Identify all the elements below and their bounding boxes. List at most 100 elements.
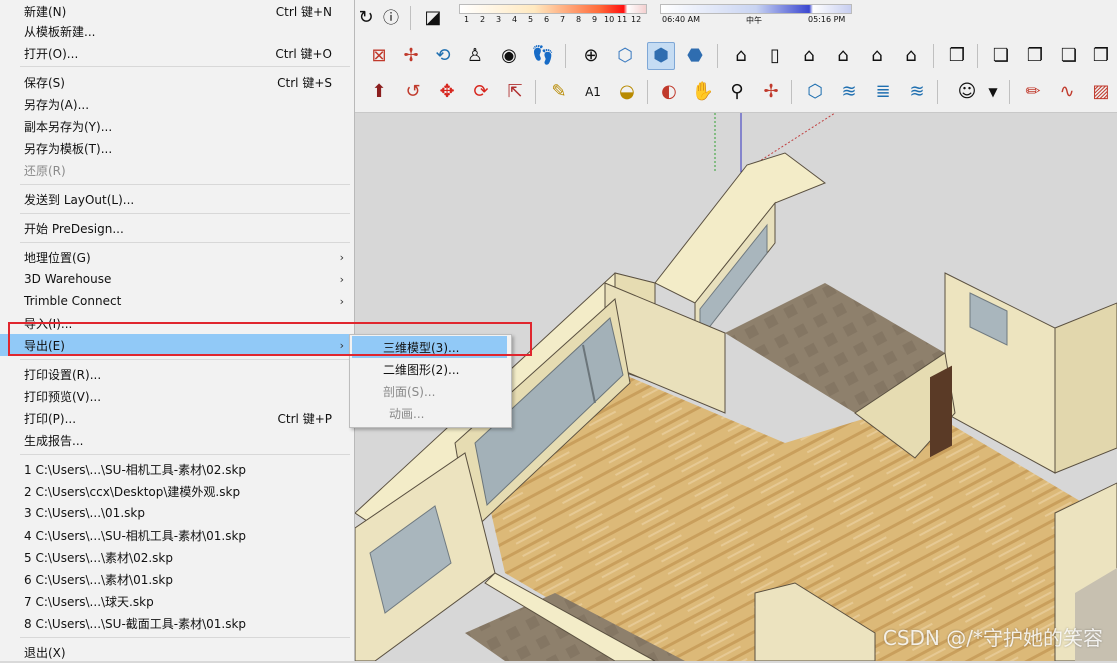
menu-item-revert: 还原(R) xyxy=(24,163,66,178)
zoom-extents-icon[interactable]: ✢ xyxy=(757,78,785,106)
export-submenu: 三维模型(3)... 二维图形(2)... 剖面(S)... 动画... xyxy=(349,334,512,428)
recent-file-7[interactable]: 7 C:\Users\...\球天.skp xyxy=(0,590,354,612)
orbit-target-icon[interactable]: ⊕ xyxy=(577,42,605,70)
scale-icon[interactable]: ⇱ xyxy=(501,78,529,106)
walk-icon[interactable]: 👣 xyxy=(529,42,557,70)
toolbar-separator xyxy=(647,80,648,104)
menu-item-print-preview[interactable]: 打印预览(V)... xyxy=(0,385,354,407)
recent-file-3[interactable]: 3 C:\Users\...\01.skp xyxy=(0,502,354,524)
menu-item-export[interactable]: 导出(E) › xyxy=(0,334,354,356)
eraser-icon[interactable]: ▨ xyxy=(1087,78,1115,106)
month-gradient xyxy=(459,4,647,14)
time-slider[interactable]: 06:40 AM 中午 05:16 PM xyxy=(660,4,855,28)
recent-file-6[interactable]: 6 C:\Users\...\素材\01.skp xyxy=(0,568,354,590)
section-plane-icon[interactable]: ❏ xyxy=(987,42,1015,70)
zoom-extents-icon[interactable]: ✢ xyxy=(397,42,425,70)
house-front-icon[interactable]: ⌂ xyxy=(863,42,891,70)
zoom-window-icon[interactable]: ⊠ xyxy=(365,42,393,70)
menu-item-3d-warehouse[interactable]: 3D Warehouse › xyxy=(0,268,354,290)
look-around-icon[interactable]: ◉ xyxy=(495,42,523,70)
month-slider[interactable]: 1 2 3 4 5 6 7 8 9 10 11 12 xyxy=(459,4,649,28)
user-account-icon[interactable]: ☺ xyxy=(953,78,981,106)
recent-file-1[interactable]: 1 C:\Users\...\SU-相机工具-素材\02.skp xyxy=(0,458,354,480)
menu-item-trimble-connect[interactable]: Trimble Connect › xyxy=(0,290,354,312)
house-3d-icon[interactable]: ⌂ xyxy=(727,42,755,70)
watermark-text: CSDN @/*守护她的笑容 xyxy=(882,626,1103,650)
submenu-arrow-icon: › xyxy=(339,250,344,264)
toolbar-separator xyxy=(535,80,536,104)
paint-bucket-icon[interactable]: ◒ xyxy=(613,78,641,106)
door-icon[interactable]: ▯ xyxy=(761,42,789,70)
redo-icon[interactable]: ↻ xyxy=(352,4,380,32)
recent-file-4[interactable]: 4 C:\Users\...\SU-相机工具-素材\01.skp xyxy=(0,524,354,546)
toolbar-separator xyxy=(565,44,566,68)
toolbar-separator xyxy=(791,80,792,104)
section-cut-icon[interactable]: ❐ xyxy=(1087,42,1115,70)
rotate-icon[interactable]: ⟳ xyxy=(467,78,495,106)
zoom-icon[interactable]: ⚲ xyxy=(723,78,751,106)
layer-settings-icon[interactable]: ≋ xyxy=(903,78,931,106)
shortcut-label: Ctrl 键+P xyxy=(277,411,332,426)
push-pull-icon[interactable]: ⬆ xyxy=(365,78,393,106)
house-outline-icon[interactable]: ⌂ xyxy=(795,42,823,70)
menu-item-send-to-layout[interactable]: 发送到 LayOut(L)... xyxy=(0,188,354,210)
tag-icon[interactable]: ≋ xyxy=(835,78,863,106)
menu-item-new-from-template[interactable]: 从模板新建... xyxy=(0,20,354,42)
submenu-arrow-icon: › xyxy=(339,294,344,308)
menu-item-generate-report[interactable]: 生成报告... xyxy=(0,429,354,451)
position-camera-icon[interactable]: ♙ xyxy=(461,42,489,70)
menu-separator xyxy=(20,242,350,243)
section-fill-icon[interactable]: ❐ xyxy=(1021,42,1049,70)
tape-measure-icon[interactable]: ✎ xyxy=(545,78,573,106)
move-icon[interactable]: ✥ xyxy=(433,78,461,106)
orbit-icon[interactable]: ◐ xyxy=(655,78,683,106)
top-view-icon[interactable]: ⬢ xyxy=(647,42,675,70)
iso-view-icon[interactable]: ⬡ xyxy=(611,42,639,70)
menu-item-print[interactable]: 打印(P)... Ctrl 键+P xyxy=(0,407,354,429)
submenu-item-3d-model[interactable]: 三维模型(3)... xyxy=(352,336,507,358)
menu-item-import[interactable]: 导入(I)... xyxy=(0,312,354,334)
menu-item-save-as-template[interactable]: 另存为模板(T)... xyxy=(0,137,354,159)
shortcut-label: Ctrl 键+O xyxy=(275,46,332,61)
shortcut-label: Ctrl 键+S xyxy=(277,75,332,90)
previous-view-icon[interactable]: ⟲ xyxy=(429,42,457,70)
toolbar-separator xyxy=(717,44,718,68)
menu-item-new[interactable]: 新建(N) Ctrl 键+N xyxy=(0,0,354,22)
menu-item-geo-location[interactable]: 地理位置(G) › xyxy=(0,246,354,268)
submenu-arrow-icon: › xyxy=(339,338,344,352)
pan-icon[interactable]: ✋ xyxy=(689,78,717,106)
menu-item-predesign[interactable]: 开始 PreDesign... xyxy=(0,217,354,239)
menu-item-save[interactable]: 保存(S) Ctrl 键+S xyxy=(0,71,354,93)
front-view-icon[interactable]: ⬣ xyxy=(681,42,709,70)
layers-icon[interactable]: ❐ xyxy=(943,42,971,70)
menu-item-print-setup[interactable]: 打印设置(R)... xyxy=(0,363,354,385)
shortcut-label: Ctrl 键+N xyxy=(275,4,332,19)
menu-item-open[interactable]: 打开(O)... Ctrl 键+O xyxy=(0,42,354,64)
house-roof-icon[interactable]: ⌂ xyxy=(829,42,857,70)
menu-item-exit[interactable]: 退出(X) xyxy=(0,641,354,663)
menu-separator xyxy=(20,213,350,214)
menu-item-save-copy-as[interactable]: 副本另存为(Y)... xyxy=(0,115,354,137)
submenu-arrow-icon: › xyxy=(339,272,344,286)
house-garage-icon[interactable]: ⌂ xyxy=(897,42,925,70)
section-display-icon[interactable]: ❏ xyxy=(1055,42,1083,70)
info-icon[interactable]: ⓘ xyxy=(377,4,405,32)
freehand-icon[interactable]: ∿ xyxy=(1053,78,1081,106)
shadow-toolbar-row: ↻ ⓘ ◪ 1 2 3 4 5 6 7 8 9 10 11 12 06:40 A… xyxy=(355,0,1117,36)
pencil-icon[interactable]: ✏ xyxy=(1019,78,1047,106)
shadows-toggle-icon[interactable]: ◪ xyxy=(419,4,447,32)
component-icon[interactable]: ⬡ xyxy=(801,78,829,106)
recent-file-5[interactable]: 5 C:\Users\...\素材\02.skp xyxy=(0,546,354,568)
toolbar-separator xyxy=(977,44,978,68)
menu-separator xyxy=(20,184,350,185)
layer-stack-icon[interactable]: ≣ xyxy=(869,78,897,106)
dropdown-icon[interactable]: ▼ xyxy=(979,78,1007,106)
follow-me-icon[interactable]: ↺ xyxy=(399,78,427,106)
recent-file-8[interactable]: 8 C:\Users\...\SU-截面工具-素材\01.skp xyxy=(0,612,354,634)
recent-file-2[interactable]: 2 C:\Users\ccx\Desktop\建模外观.skp xyxy=(0,480,354,502)
submenu-item-section: 剖面(S)... xyxy=(383,384,436,399)
submenu-item-2d-graphic[interactable]: 二维图形(2)... xyxy=(352,358,507,380)
menu-item-save-as[interactable]: 另存为(A)... xyxy=(0,93,354,115)
view-toolbar-row: ⊠ ✢ ⟲ ♙ ◉ 👣 ⊕ ⬡ ⬢ ⬣ ⌂ ▯ ⌂ ⌂ ⌂ ⌂ ❐ ❏ ❐ ❏ … xyxy=(355,38,1117,74)
text-icon[interactable]: A1 xyxy=(579,78,607,106)
